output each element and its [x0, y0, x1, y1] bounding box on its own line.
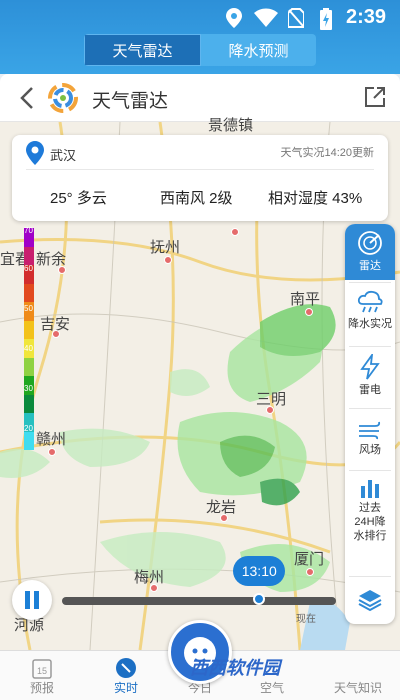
radar-color-legend	[24, 228, 34, 450]
city-label: 赣州	[36, 431, 67, 448]
timeline-track[interactable]	[62, 597, 336, 605]
compass-icon	[116, 657, 136, 678]
legend-color-band	[24, 320, 34, 339]
tool-radar[interactable]: 雷达	[345, 224, 395, 280]
city-dot	[220, 514, 228, 522]
chevron-left-icon[interactable]	[14, 84, 42, 112]
layers-icon	[358, 590, 382, 612]
city-dot	[48, 448, 56, 456]
temperature-condition: 25° 多云	[50, 190, 107, 207]
tool-lightning[interactable]: 雷电	[345, 350, 395, 406]
wind-info: 西南风 2级	[160, 190, 233, 207]
radar-icon	[358, 231, 382, 255]
city-dot	[52, 330, 60, 338]
top-tab-switcher: 天气雷达 降水预测	[84, 34, 316, 66]
top-app-bar: 2:39 天气雷达 降水预测	[0, 0, 400, 74]
city-label: 抚州	[150, 239, 181, 256]
bar-chart-icon	[361, 480, 379, 498]
city-dot	[58, 266, 66, 274]
divider	[26, 169, 374, 170]
city-label: 梅州	[134, 569, 165, 586]
svg-text:15: 15	[37, 666, 47, 676]
page-title: 天气雷达	[92, 91, 169, 112]
layer-toolbar: 雷达 降水实况 雷电 风场 过去24H降水排行	[345, 224, 395, 624]
pause-icon	[25, 591, 39, 609]
divider	[349, 408, 391, 409]
lightning-icon	[360, 354, 380, 380]
legend-label: 40	[24, 344, 33, 353]
city-label: 景德镇	[208, 117, 254, 134]
legend-label: 60	[24, 264, 33, 273]
city-label: 南平	[290, 291, 321, 308]
tab-precipitation-forecast[interactable]: 降水预测	[201, 34, 316, 66]
play-pause-button[interactable]	[12, 580, 52, 620]
wind-icon	[359, 421, 381, 440]
page-header: 天气雷达	[0, 74, 400, 122]
wifi-icon	[254, 8, 278, 27]
tool-precipitation[interactable]: 降水实况	[345, 286, 395, 344]
legend-label: 20	[24, 424, 33, 433]
city-dot	[164, 256, 172, 264]
now-label: 现在	[296, 614, 316, 625]
divider	[349, 282, 391, 283]
weather-info-card: 武汉 天气实况14:20更新 25° 多云 西南风 2级 相对湿度 43%	[12, 135, 388, 221]
tool-label: 风场	[359, 444, 381, 456]
nav-realtime[interactable]: 实时	[86, 651, 166, 700]
humidity-info: 相对湿度 43%	[268, 190, 363, 207]
divider	[349, 470, 391, 471]
legend-color-band	[24, 431, 34, 450]
city-dot	[306, 568, 314, 576]
location-pin-icon	[26, 141, 44, 165]
battery-charging-icon	[320, 8, 332, 30]
nav-forecast[interactable]: 15 预报	[2, 651, 82, 700]
tab-weather-radar[interactable]: 天气雷达	[84, 34, 201, 66]
legend-color-band	[24, 357, 34, 376]
city-dot	[266, 406, 274, 414]
city-label: 厦门	[294, 551, 325, 568]
legend-color-band	[24, 394, 34, 413]
location-icon	[226, 8, 242, 28]
tool-layers[interactable]	[345, 582, 395, 622]
nav-label: 天气知识	[333, 680, 382, 695]
city-dot	[305, 308, 313, 316]
legend-label: 70	[24, 226, 33, 235]
city-dot	[231, 228, 239, 236]
nav-weather-knowledge[interactable]: 天气知识	[318, 651, 398, 700]
legend-color-band	[24, 246, 34, 265]
watermark-logo: 西西软件园	[190, 658, 280, 678]
tool-label: 雷电	[359, 384, 381, 396]
legend-label: 50	[24, 304, 33, 313]
tool-label: 雷达	[359, 260, 381, 272]
current-time-bubble: 13:10	[233, 556, 286, 586]
tool-label: 过去24H降水排行	[353, 502, 387, 542]
city-dot	[150, 584, 158, 592]
update-time: 天气实况14:20更新	[280, 147, 374, 159]
divider	[349, 346, 391, 347]
location-name: 武汉	[50, 148, 77, 163]
legend-label: 30	[24, 384, 33, 393]
nav-label: 空气	[259, 680, 284, 695]
legend-color-band	[24, 283, 34, 302]
external-link-icon[interactable]	[364, 86, 386, 108]
tool-wind[interactable]: 风场	[345, 412, 395, 468]
tool-rain-ranking[interactable]: 过去24H降水排行	[345, 474, 395, 574]
clock: 2:39	[345, 6, 386, 28]
nav-label: 实时	[113, 680, 138, 695]
divider	[349, 576, 391, 577]
rain-cloud-icon	[357, 290, 383, 313]
status-bar: 2:39	[0, 0, 400, 34]
tool-label: 降水实况	[348, 318, 392, 330]
nav-label: 预报	[29, 680, 54, 695]
calendar-icon: 15	[32, 658, 52, 679]
app-logo-icon	[48, 83, 78, 113]
no-sim-icon	[288, 8, 304, 28]
